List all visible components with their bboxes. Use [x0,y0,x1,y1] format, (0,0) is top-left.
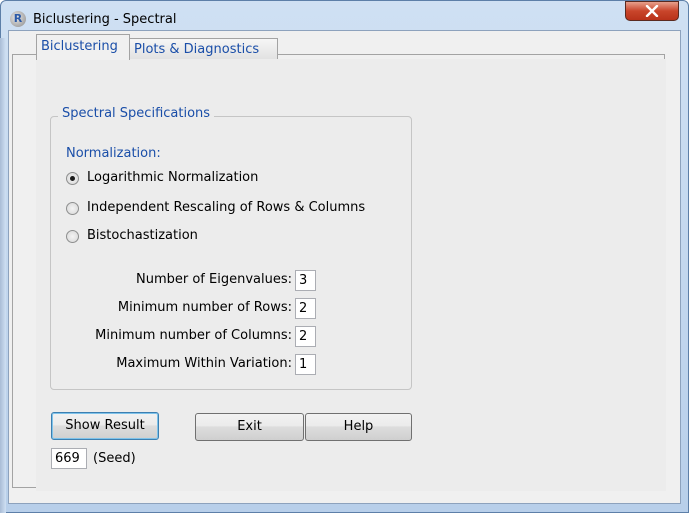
normalization-label: Normalization: [66,146,161,161]
exit-button[interactable]: Exit [195,413,304,441]
min-rows-input[interactable]: 2 [295,298,316,319]
radio-label: Independent Rescaling of Rows & Columns [87,200,366,215]
min-columns-label: Minimum number of Columns: [95,328,292,343]
group-title: Spectral Specifications [58,106,215,121]
radio-button[interactable] [66,202,79,215]
radio-button-selected[interactable] [66,172,79,185]
max-variation-input[interactable]: 1 [295,354,316,375]
seed-label: (Seed) [93,451,136,466]
radio-label: Bistochastization [87,228,198,243]
eigenvalues-input[interactable]: 3 [295,270,316,291]
radio-button[interactable] [66,230,79,243]
show-result-button[interactable]: Show Result [51,412,159,440]
help-button[interactable]: Help [305,413,412,441]
close-button[interactable] [625,1,679,21]
seed-input[interactable]: 669 [51,448,87,469]
close-icon [645,5,659,17]
eigenvalues-label: Number of Eigenvalues: [136,272,292,287]
radio-label: Logarithmic Normalization [87,170,259,185]
r-app-icon: R [10,11,26,27]
min-rows-label: Minimum number of Rows: [117,300,292,315]
tab-plots-diagnostics[interactable]: Plots & Diagnostics [129,38,278,59]
max-variation-label: Maximum Within Variation: [116,356,292,371]
window-title: Biclustering - Spectral [33,12,177,27]
window-frame [0,38,6,513]
min-columns-input[interactable]: 2 [295,326,316,347]
tab-biclustering[interactable]: Biclustering [36,34,130,60]
